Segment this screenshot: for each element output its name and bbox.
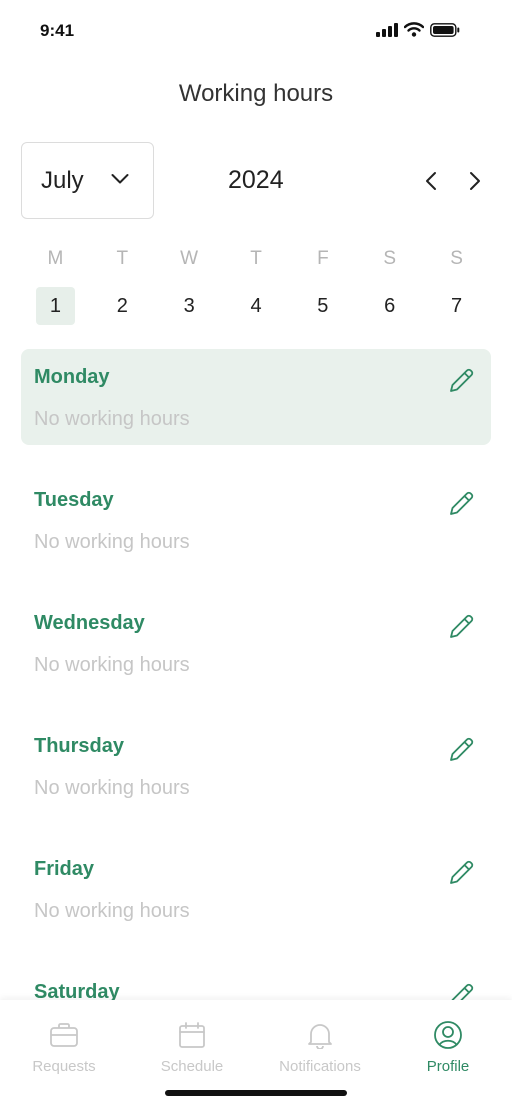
tab-profile[interactable]: Profile (384, 1020, 512, 1075)
tab-list: Requests Schedule Notifications Profile (0, 1020, 512, 1075)
date-number: 2 (116, 295, 128, 317)
tab-label: Notifications (279, 1058, 361, 1075)
tab-notifications[interactable]: Notifications (256, 1020, 384, 1075)
day-status: No working hours (34, 531, 190, 553)
tab-bar: Requests Schedule Notifications Profile (0, 1000, 512, 1108)
pencil-icon[interactable] (447, 488, 477, 518)
month-label: July (41, 166, 84, 194)
date-cell[interactable]: 5 (289, 287, 356, 325)
day-name: Monday (34, 366, 110, 388)
date-cell[interactable]: 4 (223, 287, 290, 325)
date-cell[interactable]: 2 (89, 287, 156, 325)
tab-icon-wrap (178, 1020, 206, 1050)
page-title: Working hours (178, 80, 334, 107)
pencil-icon[interactable] (447, 365, 477, 395)
weekday-label: T (116, 248, 129, 269)
day-name: Wednesday (34, 612, 145, 634)
chevron-right-icon (470, 172, 480, 190)
day-name: Friday (34, 858, 95, 880)
weekday-label: F (317, 248, 329, 269)
bell-icon (308, 1024, 332, 1049)
tab-label: Schedule (160, 1058, 224, 1075)
date-number: 1 (35, 287, 75, 325)
day-card-wednesday[interactable]: Wednesday No working hours (21, 595, 491, 691)
profile-icon (434, 1021, 462, 1049)
weekday-label: W (180, 248, 199, 269)
briefcase-icon (50, 1023, 78, 1047)
weekday-label: M (47, 248, 64, 269)
year-label: 2024 (228, 166, 284, 194)
signal-icon (376, 22, 398, 37)
previous-week-button[interactable] (418, 166, 444, 196)
tab-requests[interactable]: Requests (0, 1020, 128, 1075)
status-bar: 9:41 (0, 0, 512, 60)
pencil-icon[interactable] (447, 611, 477, 641)
day-status: No working hours (34, 654, 190, 676)
tab-label: Profile (426, 1058, 470, 1075)
day-card-thursday[interactable]: Thursday No working hours (21, 718, 491, 814)
date-number: 5 (317, 295, 329, 317)
date-cell[interactable]: 3 (156, 287, 223, 325)
pencil-icon[interactable] (447, 734, 477, 764)
weekday-label: S (383, 248, 397, 269)
weekday-header: M T W T F S S (22, 248, 490, 270)
day-card-friday[interactable]: Friday No working hours (21, 841, 491, 937)
next-week-button[interactable] (462, 166, 488, 196)
tab-icon-wrap (307, 1020, 333, 1050)
day-status: No working hours (34, 777, 190, 799)
tab-icon-wrap (433, 1020, 463, 1050)
day-list: Monday No working hours Tuesday No worki… (21, 349, 491, 1087)
day-card-monday[interactable]: Monday No working hours (21, 349, 491, 445)
date-cell[interactable]: 6 (356, 287, 423, 325)
status-time: 9:41 (40, 21, 75, 40)
date-row: 1 2 3 4 5 6 7 (22, 287, 490, 325)
tab-schedule[interactable]: Schedule (128, 1020, 256, 1075)
calendar-icon (179, 1022, 205, 1048)
date-cell-selected[interactable]: 1 (22, 287, 89, 325)
date-cell[interactable]: 7 (423, 287, 490, 325)
day-status: No working hours (34, 408, 190, 430)
battery-icon (430, 22, 460, 37)
date-number: 3 (183, 295, 195, 317)
date-number: 7 (451, 295, 463, 317)
date-number: 6 (384, 295, 396, 317)
status-icons (376, 22, 460, 37)
tab-label: Requests (32, 1058, 96, 1075)
day-name: Tuesday (34, 489, 114, 511)
day-status: No working hours (34, 900, 190, 922)
chevron-down-icon (111, 174, 129, 184)
home-indicator (165, 1090, 347, 1096)
wifi-icon (404, 22, 424, 37)
day-name: Thursday (34, 735, 125, 757)
tab-icon-wrap (49, 1020, 79, 1050)
weekday-label: S (450, 248, 463, 269)
day-card-tuesday[interactable]: Tuesday No working hours (21, 472, 491, 568)
pencil-icon[interactable] (447, 857, 477, 887)
weekday-label: T (250, 248, 262, 269)
chevron-left-icon (426, 172, 436, 190)
date-number: 4 (250, 295, 262, 317)
month-dropdown[interactable]: July (21, 142, 154, 219)
